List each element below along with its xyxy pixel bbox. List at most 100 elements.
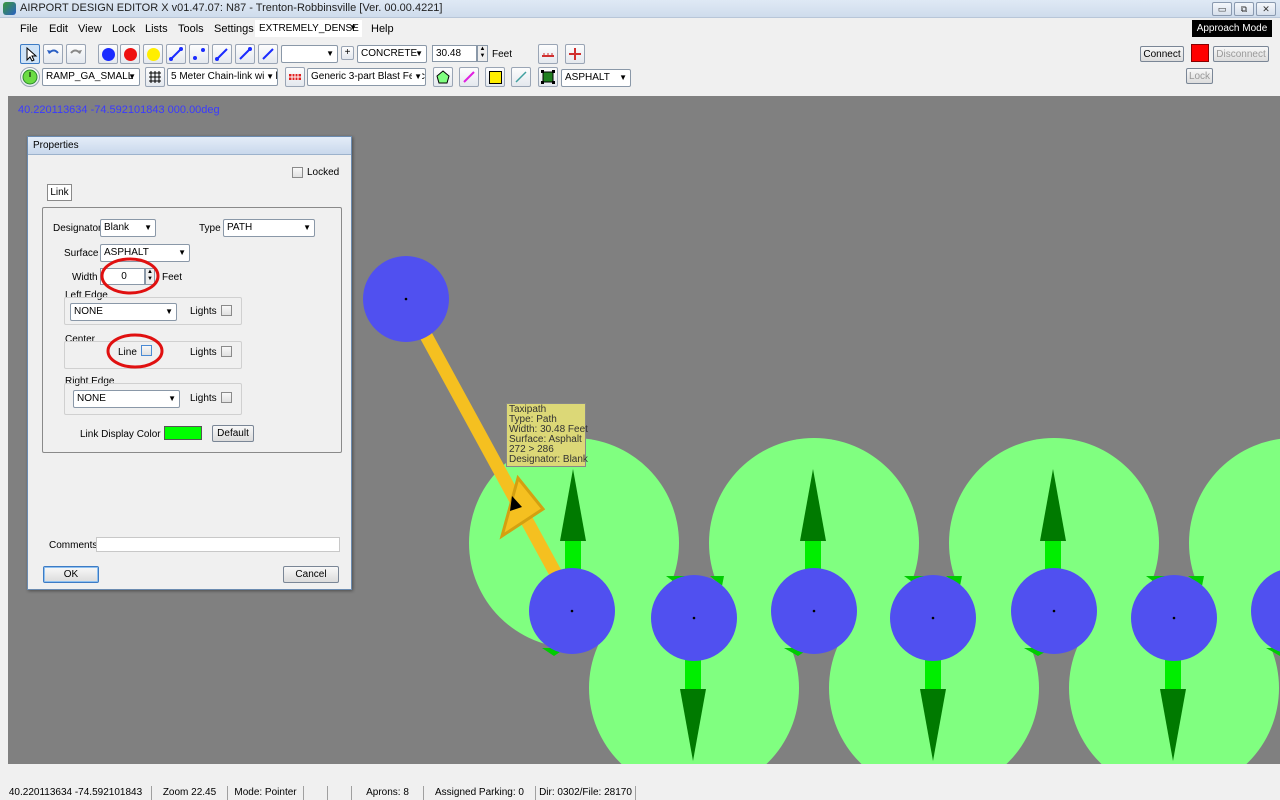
menu-settings[interactable]: Settings — [214, 23, 254, 35]
ok-button[interactable]: OK — [43, 566, 99, 583]
minimize-button[interactable]: ▭ — [1212, 2, 1232, 16]
redo-button[interactable] — [66, 44, 86, 64]
link-tool-t[interactable] — [166, 44, 186, 64]
width-input[interactable]: 0 — [100, 268, 145, 285]
right-edge-combo[interactable]: NONE ▼ — [73, 390, 180, 408]
comments-input[interactable] — [96, 537, 340, 552]
menu-bar: File Edit View Lock Lists Tools Settings… — [0, 19, 1280, 39]
center-lights-checkbox[interactable] — [221, 346, 232, 357]
status-zoom: Zoom 22.45 — [152, 786, 228, 800]
surface-combo-value: CONCRETE — [361, 48, 418, 59]
connect-button[interactable]: Connect — [1140, 46, 1184, 62]
locked-checkbox[interactable] — [292, 167, 303, 178]
surface-combo-dialog[interactable]: ASPHALT ▼ — [100, 244, 190, 262]
area-surface-combo[interactable]: ASPHALT ▼ — [561, 69, 631, 87]
link-type-combo[interactable]: ▼ — [281, 45, 338, 63]
center-lights-label: Lights — [190, 347, 217, 358]
width-label: Width — [72, 272, 98, 283]
link-tool-v[interactable] — [258, 44, 278, 64]
link-tooltip: Taxipath Type: Path Width: 30.48 Feet Su… — [506, 403, 588, 467]
menu-lock[interactable]: Lock — [112, 23, 135, 35]
default-color-button[interactable]: Default — [212, 425, 254, 442]
link-panel — [42, 207, 342, 453]
tooltip-line: Designator: Blank — [509, 454, 588, 465]
chevron-down-icon: ▼ — [303, 223, 311, 232]
ruler-tool[interactable] — [538, 44, 558, 64]
link-tool-c[interactable] — [235, 44, 255, 64]
status-coordinates: 40.220113634 -74.592101843 — [0, 786, 152, 800]
redo-icon — [70, 49, 82, 54]
right-lights-checkbox[interactable] — [221, 392, 232, 403]
undo-icon — [47, 49, 59, 54]
crosshair-tool[interactable] — [565, 44, 585, 64]
cancel-button[interactable]: Cancel — [283, 566, 339, 583]
menu-view[interactable]: View — [78, 23, 102, 35]
chevron-down-icon: ▼ — [144, 223, 152, 232]
left-lights-checkbox[interactable] — [221, 305, 232, 316]
designator-value: Blank — [104, 222, 130, 233]
link-tool-r[interactable] — [212, 44, 232, 64]
designator-combo[interactable]: Blank ▼ — [100, 219, 156, 237]
link-color-label: Link Display Color — [80, 429, 161, 440]
menu-file[interactable]: File — [20, 23, 38, 35]
magic-line-tool[interactable] — [459, 67, 479, 87]
lock-button[interactable]: Lock — [1186, 68, 1213, 84]
right-edge-value: NONE — [77, 393, 106, 404]
disconnect-button[interactable]: Disconnect — [1213, 46, 1269, 62]
chevron-down-icon: ▼ — [128, 72, 136, 81]
chevron-down-icon: ▼ — [264, 69, 274, 85]
pointer-tool-button[interactable] — [20, 44, 40, 64]
width-spinner[interactable]: ▲ ▼ — [145, 268, 155, 285]
ramp-clock-icon — [22, 69, 38, 85]
chevron-down-icon: ▼ — [412, 69, 422, 85]
blue-node-tool[interactable] — [98, 44, 118, 64]
center-line-checkbox[interactable] — [141, 345, 152, 356]
link-v-icon — [262, 48, 274, 60]
yellow-node-tool[interactable] — [143, 44, 163, 64]
polygon-tool[interactable] — [433, 67, 453, 87]
comments-label: Comments — [49, 540, 98, 551]
width-unit-label: Feet — [162, 272, 183, 283]
blast-fence-tool[interactable] — [285, 67, 305, 87]
width-spinner[interactable]: ▲ ▼ — [477, 45, 488, 62]
type-combo[interactable]: PATH ▼ — [223, 219, 315, 237]
surface-area-tool[interactable] — [538, 67, 558, 87]
yellow-area-tool[interactable] — [485, 67, 505, 87]
link-c-icon — [239, 47, 252, 60]
chevron-down-icon: ▼ — [326, 49, 334, 58]
red-node-tool[interactable] — [120, 44, 140, 64]
ramp-tool[interactable] — [20, 67, 40, 87]
selection-square-icon — [541, 70, 555, 84]
link-color-swatch[interactable] — [164, 426, 202, 440]
fence-tool[interactable] — [145, 67, 165, 87]
measure-line-tool[interactable] — [511, 67, 531, 87]
ruler-icon — [542, 53, 554, 57]
left-edge-value: NONE — [74, 306, 103, 317]
left-edge-combo[interactable]: NONE ▼ — [70, 303, 177, 321]
status-empty — [304, 786, 328, 800]
menu-edit[interactable]: Edit — [49, 23, 68, 35]
chevron-down-icon: ▼ — [168, 394, 176, 403]
menu-help[interactable]: Help — [371, 23, 394, 35]
fence-combo[interactable]: 5 Meter Chain-link with be ▼ — [167, 68, 278, 86]
add-button[interactable]: + — [341, 46, 354, 60]
menu-tools[interactable]: Tools — [178, 23, 204, 35]
tab-link[interactable]: Link — [47, 184, 72, 201]
surface-label: Surface — [64, 248, 99, 259]
approach-mode-button[interactable]: Approach Mode — [1192, 20, 1272, 37]
status-aprons: Aprons: 8 — [352, 786, 424, 800]
density-dropdown[interactable]: EXTREMELY_DENSE ▼ — [255, 20, 362, 37]
chevron-down-icon: ▼ — [415, 49, 423, 58]
ramp-combo[interactable]: RAMP_GA_SMALL ▼ — [42, 68, 140, 86]
undo-button[interactable] — [43, 44, 63, 64]
chevron-down-icon: ▼ — [619, 73, 627, 82]
blast-fence-combo[interactable]: Generic 3-part Blast Fence ▼ — [307, 68, 426, 86]
menu-lists[interactable]: Lists — [145, 23, 168, 35]
chevron-down-icon: ▼ — [178, 248, 186, 257]
close-button[interactable]: ✕ — [1256, 2, 1276, 16]
restore-button[interactable]: ⧉ — [1234, 2, 1254, 16]
surface-combo[interactable]: CONCRETE ▼ — [357, 45, 427, 63]
yellow-square-icon — [489, 71, 502, 84]
toolbar-width-input[interactable]: 30.48 — [432, 45, 477, 62]
link-tool-a[interactable] — [189, 44, 209, 64]
